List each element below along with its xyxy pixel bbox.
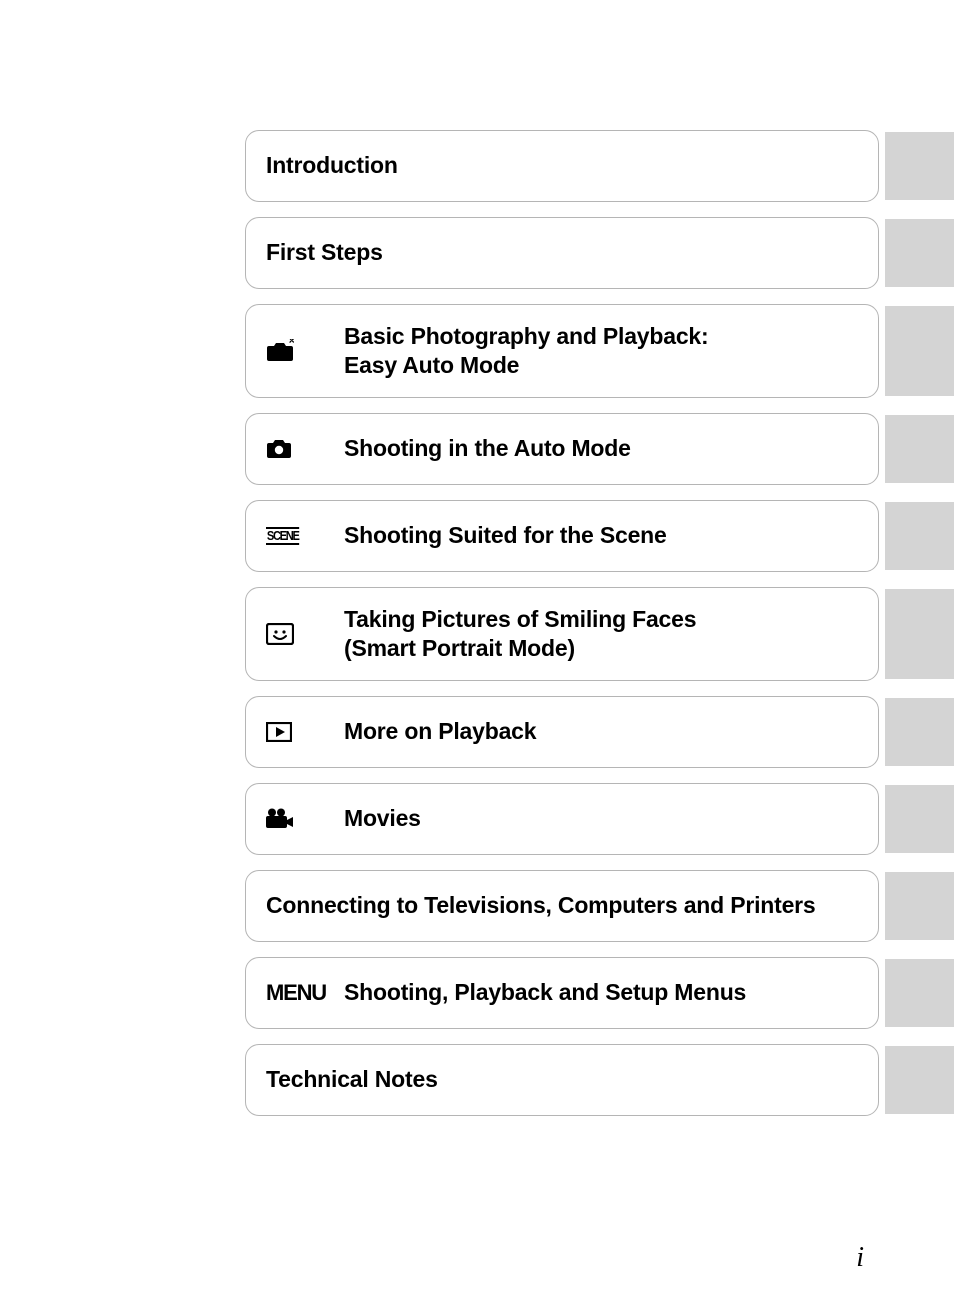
- smile-icon-cell: [266, 623, 344, 645]
- camera-icon-cell: [266, 438, 344, 460]
- toc-item[interactable]: Technical Notes: [245, 1044, 879, 1116]
- easy-auto-icon-cell: [266, 339, 344, 363]
- toc-item[interactable]: Introduction: [245, 130, 879, 202]
- camera-icon: [266, 438, 292, 460]
- toc-row: Technical Notes: [245, 1044, 954, 1116]
- toc-row: Taking Pictures of Smiling Faces(Smart P…: [245, 587, 954, 681]
- movie-icon-cell: [266, 808, 344, 830]
- toc-item-label: Shooting Suited for the Scene: [344, 521, 868, 550]
- toc-item-label: Shooting, Playback and Setup Menus: [344, 978, 868, 1007]
- toc-tab[interactable]: [885, 415, 954, 483]
- easy-auto-icon: [266, 339, 294, 363]
- toc-row: Introduction: [245, 130, 954, 202]
- play-icon-cell: [266, 722, 344, 742]
- toc-item-label: Basic Photography and Playback:Easy Auto…: [344, 322, 868, 381]
- menu-icon: MENU: [266, 980, 326, 1006]
- toc-tab[interactable]: [885, 872, 954, 940]
- toc-tab[interactable]: [885, 589, 954, 679]
- toc-item-label: Movies: [344, 804, 868, 833]
- menu-icon-cell: MENU: [266, 980, 344, 1006]
- smile-icon: [266, 623, 294, 645]
- toc-tab[interactable]: [885, 306, 954, 396]
- toc-row: Connecting to Televisions, Computers and…: [245, 870, 954, 942]
- toc-item-label: Taking Pictures of Smiling Faces(Smart P…: [344, 605, 868, 664]
- scene-icon-cell: SCENE: [266, 527, 344, 545]
- toc-tab[interactable]: [885, 959, 954, 1027]
- toc-tab[interactable]: [885, 698, 954, 766]
- toc-row: Basic Photography and Playback:Easy Auto…: [245, 304, 954, 398]
- play-icon: [266, 722, 292, 742]
- toc-row: More on Playback: [245, 696, 954, 768]
- toc-item-label: Introduction: [266, 151, 868, 180]
- movie-icon: [266, 808, 294, 830]
- toc-tab[interactable]: [885, 219, 954, 287]
- toc-item[interactable]: Movies: [245, 783, 879, 855]
- toc-container: Introduction First Steps Basic Photography…: [245, 130, 954, 1131]
- toc-row: MENU Shooting, Playback and Setup Menus: [245, 957, 954, 1029]
- toc-item[interactable]: SCENE Shooting Suited for the Scene: [245, 500, 879, 572]
- scene-icon: SCENE: [266, 527, 299, 545]
- toc-item[interactable]: First Steps: [245, 217, 879, 289]
- toc-item-label: First Steps: [266, 238, 868, 267]
- toc-item-label: Technical Notes: [266, 1065, 868, 1094]
- toc-item-label: Connecting to Televisions, Computers and…: [266, 891, 868, 920]
- toc-tab[interactable]: [885, 785, 954, 853]
- page-number: i: [856, 1242, 864, 1274]
- toc-item[interactable]: MENU Shooting, Playback and Setup Menus: [245, 957, 879, 1029]
- toc-item[interactable]: Taking Pictures of Smiling Faces(Smart P…: [245, 587, 879, 681]
- toc-item[interactable]: Basic Photography and Playback:Easy Auto…: [245, 304, 879, 398]
- toc-item-label: Shooting in the Auto Mode: [344, 434, 868, 463]
- toc-item[interactable]: Connecting to Televisions, Computers and…: [245, 870, 879, 942]
- toc-item[interactable]: Shooting in the Auto Mode: [245, 413, 879, 485]
- toc-row: First Steps: [245, 217, 954, 289]
- toc-tab[interactable]: [885, 132, 954, 200]
- toc-item[interactable]: More on Playback: [245, 696, 879, 768]
- toc-tab[interactable]: [885, 502, 954, 570]
- toc-row: SCENE Shooting Suited for the Scene: [245, 500, 954, 572]
- toc-row: Movies: [245, 783, 954, 855]
- toc-item-label: More on Playback: [344, 717, 868, 746]
- toc-row: Shooting in the Auto Mode: [245, 413, 954, 485]
- toc-tab[interactable]: [885, 1046, 954, 1114]
